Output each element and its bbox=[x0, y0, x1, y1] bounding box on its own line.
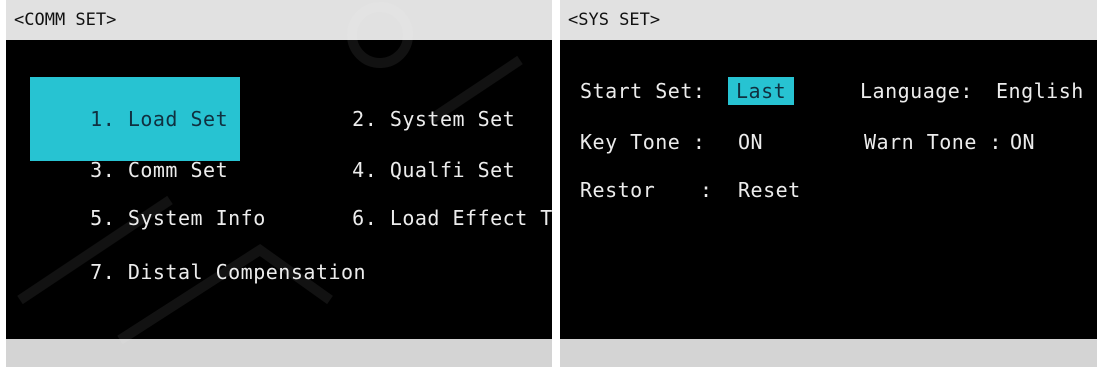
language-value[interactable]: English bbox=[996, 77, 1084, 105]
sys-set-screen: <SYS SET> Start Set: Last Language: Engl… bbox=[560, 0, 1097, 367]
menu-item-label: Load Effect Test bbox=[389, 206, 552, 230]
menu-item-distal-compensation[interactable]: 7. Distal Compensation bbox=[40, 230, 366, 314]
comm-set-screen: <COMM SET> 1. Load Set 2. System Set 3. … bbox=[6, 0, 552, 367]
menu-item-number: 5. bbox=[90, 206, 116, 230]
sys-set-status-bar bbox=[560, 339, 1097, 367]
comm-set-status-bar bbox=[6, 339, 552, 367]
start-set-value[interactable]: Last bbox=[728, 77, 795, 105]
restor-label: Restor bbox=[580, 178, 656, 202]
menu-item-label: Distal Compensation bbox=[127, 260, 367, 284]
language-label: Language: bbox=[860, 79, 973, 103]
restor-value[interactable]: Reset bbox=[738, 176, 801, 204]
sys-set-title: <SYS SET> bbox=[560, 0, 1097, 40]
start-set-label: Start Set: bbox=[580, 79, 706, 103]
warn-tone-label: Warn Tone : bbox=[864, 130, 1002, 154]
menu-item-label: System Info bbox=[127, 206, 266, 230]
restor-colon: : bbox=[700, 178, 713, 202]
comm-set-title: <COMM SET> bbox=[6, 0, 552, 40]
key-tone-label: Key Tone : bbox=[580, 130, 706, 154]
menu-item-number: 6. bbox=[352, 206, 378, 230]
key-tone-value[interactable]: ON bbox=[738, 128, 763, 156]
warn-tone-value[interactable]: ON bbox=[1010, 128, 1035, 156]
menu-item-number: 7. bbox=[90, 260, 116, 284]
